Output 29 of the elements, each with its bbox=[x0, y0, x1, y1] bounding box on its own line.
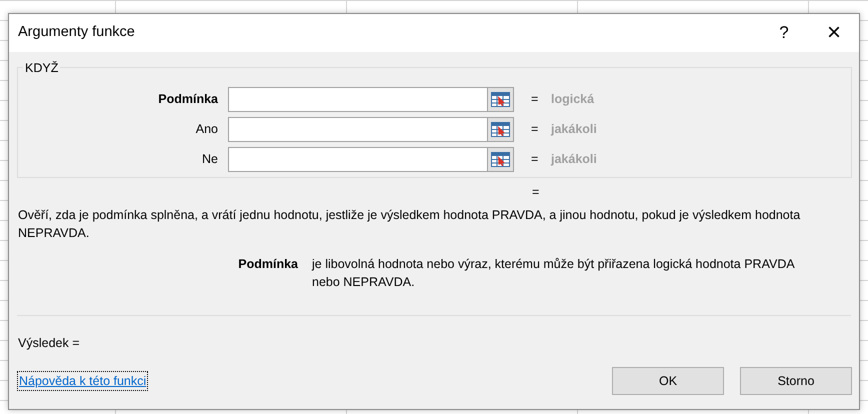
range-select-icon bbox=[491, 122, 510, 136]
result-label: Výsledek = bbox=[18, 335, 80, 352]
dialog-button[interactable]: OK bbox=[612, 367, 724, 395]
range-select-icon bbox=[491, 152, 510, 166]
argument-name: Podmínka bbox=[237, 256, 299, 273]
equals-sign: = bbox=[531, 150, 540, 168]
argument-label: Podmínka bbox=[158, 92, 218, 106]
collapse-dialog-button[interactable] bbox=[487, 86, 514, 112]
argument-type: jakákoli bbox=[551, 150, 597, 168]
argument-label: Ano bbox=[196, 122, 218, 136]
argument-field[interactable] bbox=[228, 146, 488, 172]
argument-label: Ne bbox=[202, 152, 218, 166]
close-button[interactable]: × bbox=[809, 14, 859, 52]
argument-description: je libovolná hodnota nebo výraz, kterému může být přiřazena logická hodnota PRAVDA nebo NEPRAVDA. bbox=[312, 256, 796, 291]
window-title: Argumenty funkce bbox=[18, 23, 136, 42]
help-button[interactable]: ? bbox=[759, 14, 809, 52]
help-link[interactable]: Nápověda k této funkci bbox=[17, 370, 148, 392]
dialog-button[interactable]: Storno bbox=[740, 367, 852, 395]
equals-sign: = bbox=[531, 90, 540, 108]
function-description: Ověří, zda je podmínka splněna, a vrátí jednu hodnotu, jestliže je výsledkem hodnota PRAVDA, a jinou hodnotu, pokud je výsledkem hodnota NEPRAVDA. bbox=[18, 207, 802, 242]
collapse-dialog-button[interactable] bbox=[487, 116, 514, 142]
argument-type: jakákoli bbox=[551, 120, 597, 138]
formula-result: = bbox=[532, 184, 540, 201]
argument-field[interactable] bbox=[228, 86, 488, 112]
argument-field[interactable] bbox=[228, 116, 488, 142]
argument-type: logická bbox=[551, 90, 594, 108]
equals-sign: = bbox=[531, 120, 540, 138]
collapse-dialog-button[interactable] bbox=[487, 146, 514, 172]
range-select-icon bbox=[491, 92, 510, 106]
